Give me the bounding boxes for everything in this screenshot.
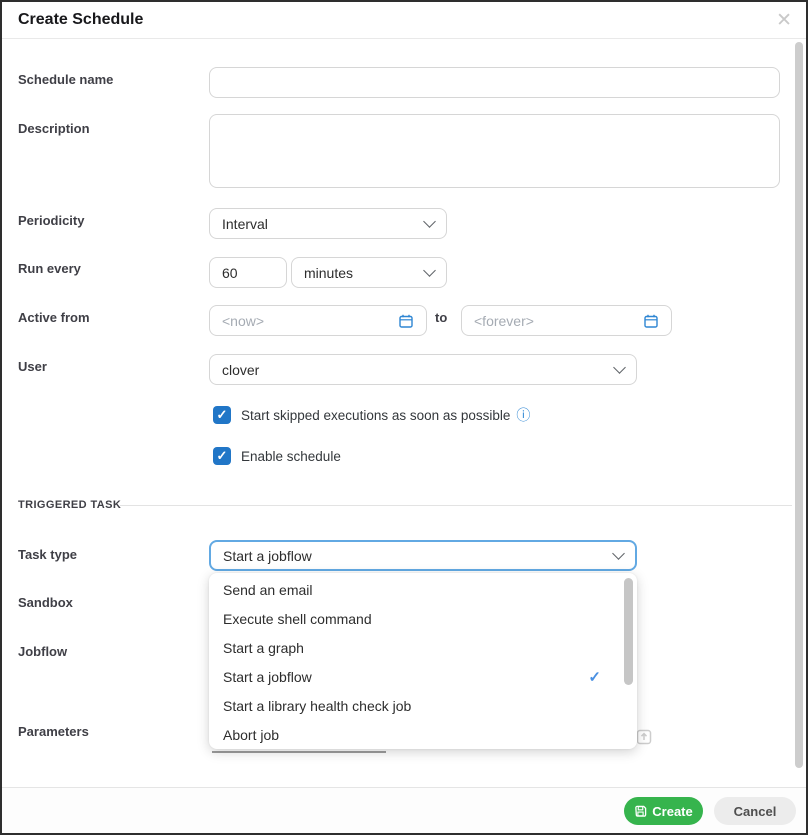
- cancel-button-label: Cancel: [734, 804, 777, 819]
- upload-icon[interactable]: [635, 728, 653, 751]
- modal-title: Create Schedule: [18, 11, 143, 29]
- skip-executions-label: Start skipped executions as soon as poss…: [241, 408, 510, 423]
- modal-footer: Create Cancel: [2, 787, 806, 833]
- active-to-placeholder: <forever>: [474, 313, 643, 329]
- menu-item-abort-job[interactable]: Abort job: [209, 720, 637, 749]
- menu-item-execute-shell[interactable]: Execute shell command: [209, 604, 637, 633]
- user-label: User: [18, 359, 47, 374]
- chevron-down-icon: [613, 361, 626, 374]
- close-icon[interactable]: ✕: [776, 9, 792, 33]
- task-type-label: Task type: [18, 547, 77, 562]
- triggered-task-section-title: TRIGGERED TASK: [18, 499, 121, 511]
- run-every-label: Run every: [18, 261, 81, 276]
- skip-executions-row: ✓ Start skipped executions as soon as po…: [213, 405, 530, 425]
- user-select[interactable]: clover: [209, 354, 637, 385]
- dropdown-scrollbar[interactable]: [624, 578, 633, 685]
- chevron-down-icon: [423, 264, 436, 277]
- save-icon: [634, 805, 647, 818]
- calendar-icon[interactable]: [398, 313, 414, 329]
- active-from-placeholder: <now>: [222, 313, 398, 329]
- enable-schedule-checkbox[interactable]: ✓: [213, 447, 231, 465]
- create-schedule-modal: Create Schedule ✕ Schedule name Descript…: [0, 0, 808, 835]
- menu-item-health-check[interactable]: Start a library health check job: [209, 691, 637, 720]
- periodicity-select[interactable]: Interval: [209, 208, 447, 239]
- task-type-select[interactable]: Start a jobflow: [209, 540, 637, 571]
- chevron-down-icon: [612, 547, 625, 560]
- task-type-dropdown-menu: Send an email Execute shell command Star…: [209, 573, 637, 749]
- run-every-unit-select[interactable]: minutes: [291, 257, 447, 288]
- periodicity-label: Periodicity: [18, 213, 84, 228]
- create-button[interactable]: Create: [624, 797, 703, 825]
- modal-header: Create Schedule ✕: [2, 2, 806, 39]
- parameters-label: Parameters: [18, 724, 89, 739]
- periodicity-value: Interval: [222, 216, 425, 232]
- menu-item-start-jobflow[interactable]: Start a jobflow ✓: [209, 662, 637, 691]
- enable-schedule-row: ✓ Enable schedule: [213, 447, 341, 465]
- active-to-label: to: [435, 310, 447, 325]
- create-button-label: Create: [652, 804, 692, 819]
- active-to-input[interactable]: <forever>: [461, 305, 672, 336]
- parameters-field-edge: [212, 751, 386, 753]
- active-from-input[interactable]: <now>: [209, 305, 427, 336]
- menu-item-start-graph[interactable]: Start a graph: [209, 633, 637, 662]
- task-type-value: Start a jobflow: [223, 548, 614, 564]
- section-divider: [120, 505, 792, 506]
- info-icon[interactable]: ⓘ: [516, 405, 530, 425]
- run-every-unit-value: minutes: [304, 265, 425, 281]
- run-every-value-input[interactable]: [209, 257, 287, 288]
- menu-item-send-email[interactable]: Send an email: [209, 575, 637, 604]
- enable-schedule-label: Enable schedule: [241, 449, 341, 464]
- user-value: clover: [222, 362, 615, 378]
- chevron-down-icon: [423, 215, 436, 228]
- calendar-icon[interactable]: [643, 313, 659, 329]
- description-textarea[interactable]: [209, 114, 780, 188]
- modal-scrollbar[interactable]: [795, 42, 803, 768]
- jobflow-label: Jobflow: [18, 644, 67, 659]
- check-icon: ✓: [588, 668, 601, 686]
- description-label: Description: [18, 121, 90, 136]
- skip-executions-checkbox[interactable]: ✓: [213, 406, 231, 424]
- schedule-name-input[interactable]: [209, 67, 780, 98]
- cancel-button[interactable]: Cancel: [714, 797, 796, 825]
- schedule-name-label: Schedule name: [18, 72, 113, 87]
- sandbox-label: Sandbox: [18, 595, 73, 610]
- active-from-label: Active from: [18, 310, 90, 325]
